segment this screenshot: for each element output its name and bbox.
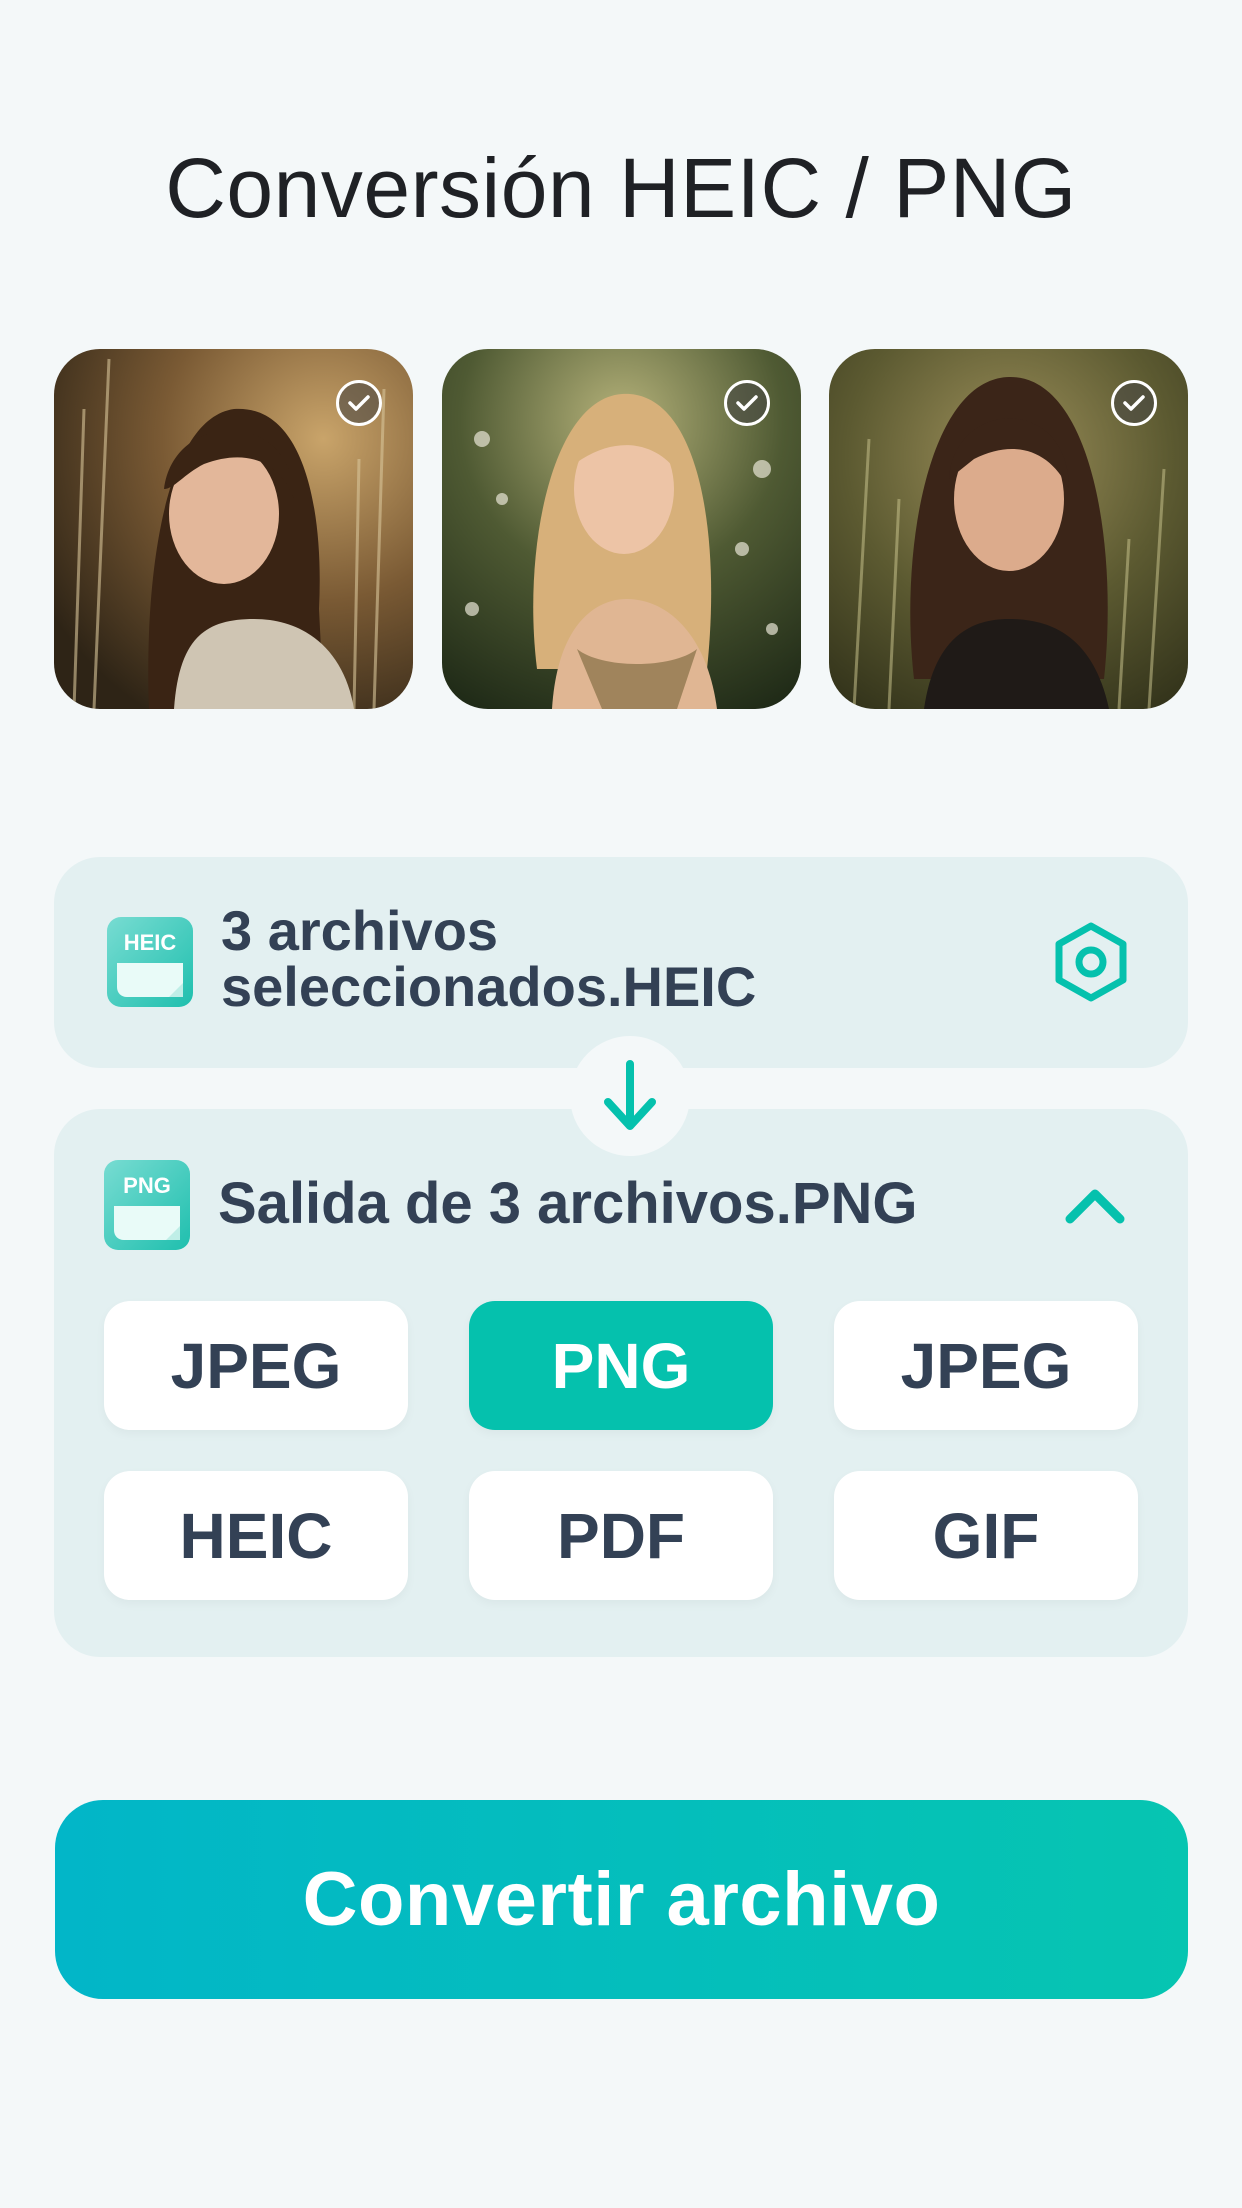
format-option-jpeg[interactable]: JPEG [104,1301,408,1430]
png-file-icon: PNG [104,1160,190,1250]
image-thumbnails [54,349,1188,709]
image-thumbnail[interactable] [829,349,1188,709]
input-files-label: 3 archivos seleccionados.HEIC [221,903,981,1015]
convert-file-button[interactable]: Convertir archivo [55,1800,1188,1999]
heic-file-icon: HEIC [107,917,193,1007]
format-option-pdf[interactable]: PDF [469,1471,773,1600]
output-files-label: Salida de 3 archivos.PNG [218,1171,918,1236]
format-options: JPEG PNG JPEG HEIC PDF GIF [104,1301,1138,1600]
input-files-type: seleccionados.HEIC [221,955,757,1018]
svg-text:PNG: PNG [123,1173,171,1198]
image-thumbnail[interactable] [54,349,413,709]
input-files-count: 3 archivos [221,899,499,962]
svg-text:HEIC: HEIC [124,930,177,955]
chevron-up-icon[interactable] [1060,1181,1130,1229]
format-option-jpeg[interactable]: JPEG [834,1301,1138,1430]
hexagon-settings-icon[interactable] [1050,921,1132,1003]
output-format-card: PNG Salida de 3 archivos.PNG JPEG PNG JP… [54,1109,1188,1657]
format-option-heic[interactable]: HEIC [104,1471,408,1600]
format-option-png[interactable]: PNG [469,1301,773,1430]
selected-check-icon[interactable] [1111,380,1157,426]
selected-check-icon[interactable] [336,380,382,426]
format-option-gif[interactable]: GIF [834,1471,1138,1600]
arrow-connector [570,1036,690,1156]
selected-check-icon[interactable] [724,380,770,426]
image-thumbnail[interactable] [442,349,801,709]
page-title: Conversión HEIC / PNG [165,141,1077,235]
arrow-down-icon [604,1060,656,1130]
